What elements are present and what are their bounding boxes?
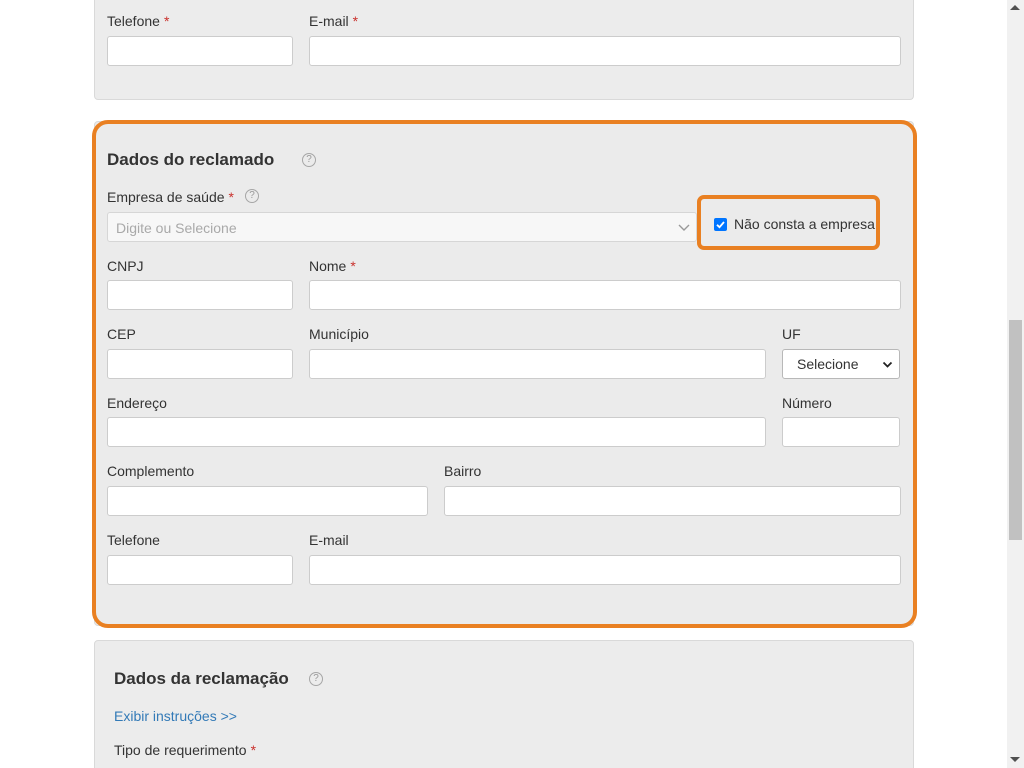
chevron-down-icon [882, 361, 893, 368]
chevron-down-icon [678, 224, 690, 231]
phone-input-top[interactable] [107, 36, 293, 66]
phone-label: Telefone [107, 532, 160, 548]
company-placeholder: Digite ou Selecione [116, 220, 237, 236]
cnpj-input[interactable] [107, 280, 293, 310]
email-input[interactable] [309, 555, 901, 585]
uf-selected-value: Selecione [797, 356, 859, 372]
city-input[interactable] [309, 349, 766, 379]
cnpj-label: CNPJ [107, 258, 144, 274]
scroll-down-arrow-icon[interactable] [1010, 757, 1020, 762]
request-type-label: Tipo de requerimento * [114, 742, 257, 758]
company-combobox[interactable]: Digite ou Selecione [107, 212, 697, 242]
scrollbar-thumb[interactable] [1009, 320, 1022, 540]
address-input[interactable] [107, 417, 766, 447]
scroll-up-arrow-icon[interactable] [1010, 5, 1020, 10]
not-listed-label[interactable]: Não consta a empresa [734, 216, 875, 232]
company-label: Empresa de saúde * [107, 189, 234, 205]
complement-label: Complemento [107, 463, 195, 479]
required-mark: * [352, 13, 359, 29]
city-label: Município [309, 326, 369, 342]
uf-select[interactable]: Selecione [782, 349, 900, 379]
cep-label: CEP [107, 326, 136, 342]
number-label: Número [782, 395, 832, 411]
district-input[interactable] [444, 486, 901, 516]
required-mark: * [163, 13, 170, 29]
complaint-section-title: Dados da reclamação [114, 669, 289, 688]
address-label: Endereço [107, 395, 167, 411]
uf-label: UF [782, 326, 801, 342]
help-icon[interactable]: ? [245, 189, 259, 203]
complement-input[interactable] [107, 486, 428, 516]
help-icon[interactable]: ? [302, 153, 316, 167]
name-label: Nome * [309, 258, 356, 274]
help-icon[interactable]: ? [309, 672, 323, 686]
name-input[interactable] [309, 280, 901, 310]
not-listed-checkbox[interactable] [714, 218, 727, 231]
check-icon [716, 221, 725, 229]
required-mark: * [250, 742, 257, 758]
cep-input[interactable] [107, 349, 293, 379]
respondent-section-title: Dados do reclamado [107, 150, 275, 169]
district-label: Bairro [444, 463, 482, 479]
email-input-top[interactable] [309, 36, 901, 66]
phone-input[interactable] [107, 555, 293, 585]
phone-label-top: Telefone * [107, 13, 170, 29]
required-mark: * [228, 189, 234, 205]
email-label: E-mail [309, 532, 349, 548]
show-instructions-link[interactable]: Exibir instruções >> [114, 708, 237, 724]
number-input[interactable] [782, 417, 900, 447]
required-mark: * [350, 258, 356, 274]
email-label-top: E-mail * [309, 13, 359, 29]
